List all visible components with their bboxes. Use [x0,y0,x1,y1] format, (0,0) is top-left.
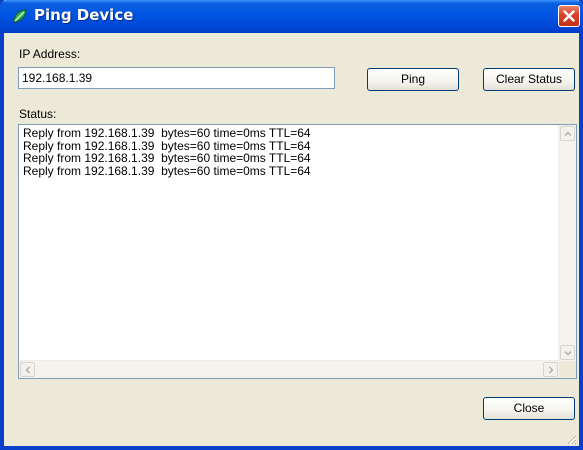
network-device-icon [11,7,29,25]
close-window-button[interactable] [558,5,580,27]
title-bar[interactable]: Ping Device [0,0,583,33]
dialog-content: IP Address: Ping Clear Status Status: Re… [4,33,579,446]
scroll-up-button[interactable] [560,126,575,141]
ping-device-dialog: Ping Device IP Address: Ping Clear Statu… [0,0,583,450]
status-label: Status: [19,107,57,121]
ping-button[interactable]: Ping [367,68,459,91]
status-output: Reply from 192.168.1.39 bytes=60 time=0m… [23,127,311,177]
ip-address-input[interactable] [18,67,335,89]
scroll-right-button[interactable] [543,362,558,377]
scroll-left-button[interactable] [20,362,35,377]
status-line: Reply from 192.168.1.39 bytes=60 time=0m… [23,163,311,178]
window-title: Ping Device [34,6,134,24]
scroll-down-button[interactable] [560,345,575,360]
scrollbar-corner [559,361,576,378]
ip-address-label: IP Address: [19,47,81,61]
resize-grip-icon[interactable] [565,432,577,445]
close-button[interactable]: Close [483,397,575,420]
status-line: Reply from 192.168.1.39 bytes=60 time=0m… [23,126,311,140]
status-line: Reply from 192.168.1.39 bytes=60 time=0m… [23,151,311,165]
clear-status-button[interactable]: Clear Status [483,68,575,91]
horizontal-scrollbar[interactable] [19,360,559,378]
vertical-scrollbar[interactable] [558,125,576,361]
status-textarea[interactable]: Reply from 192.168.1.39 bytes=60 time=0m… [18,124,577,379]
